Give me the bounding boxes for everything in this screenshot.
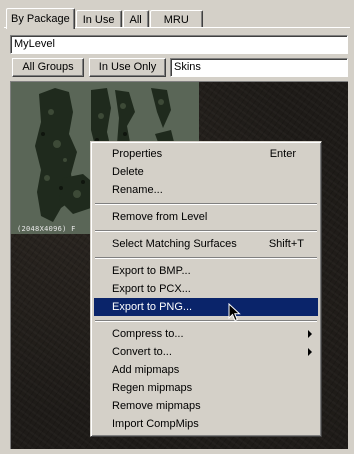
menu-item-add-mipmaps[interactable]: Add mipmaps bbox=[94, 361, 318, 379]
group-field[interactable]: Skins bbox=[170, 58, 348, 77]
menu-separator bbox=[95, 320, 317, 322]
menu-item-remove-from-level[interactable]: Remove from Level bbox=[94, 208, 318, 226]
menu-item-rename[interactable]: Rename... bbox=[94, 181, 318, 199]
texture-browser-window: By Package In Use All MRU MyLevel All Gr… bbox=[0, 0, 354, 454]
context-menu: Properties Enter Delete Rename... Remove… bbox=[90, 141, 322, 437]
tab-by-package[interactable]: By Package bbox=[6, 8, 75, 29]
tab-bar: By Package In Use All MRU bbox=[6, 6, 204, 29]
menu-item-compress-to[interactable]: Compress to... bbox=[94, 325, 318, 343]
mouse-cursor-icon bbox=[228, 303, 241, 322]
texture-caption: (2048X4096) F bbox=[17, 225, 76, 233]
menu-item-export-png[interactable]: Export to PNG... bbox=[94, 298, 318, 316]
menu-item-delete[interactable]: Delete bbox=[94, 163, 318, 181]
submenu-arrow-icon bbox=[308, 330, 312, 338]
menu-item-export-pcx[interactable]: Export to PCX... bbox=[94, 280, 318, 298]
tab-all[interactable]: All bbox=[122, 10, 149, 28]
all-groups-button[interactable]: All Groups bbox=[12, 58, 84, 77]
menu-item-select-matching-surfaces[interactable]: Select Matching Surfaces Shift+T bbox=[94, 235, 318, 253]
menu-item-convert-to[interactable]: Convert to... bbox=[94, 343, 318, 361]
menu-item-regen-mipmaps[interactable]: Regen mipmaps bbox=[94, 379, 318, 397]
in-use-only-button[interactable]: In Use Only bbox=[89, 58, 166, 77]
package-combo[interactable]: MyLevel bbox=[10, 35, 348, 54]
submenu-arrow-icon bbox=[308, 348, 312, 356]
tab-in-use[interactable]: In Use bbox=[75, 10, 122, 28]
menu-item-export-bmp[interactable]: Export to BMP... bbox=[94, 262, 318, 280]
menu-item-import-compmips[interactable]: Import CompMips bbox=[94, 415, 318, 433]
menu-item-remove-mipmaps[interactable]: Remove mipmaps bbox=[94, 397, 318, 415]
menu-separator bbox=[95, 203, 317, 205]
tab-mru[interactable]: MRU bbox=[149, 10, 203, 28]
menu-separator bbox=[95, 230, 317, 232]
menu-separator bbox=[95, 257, 317, 259]
menu-item-properties[interactable]: Properties Enter bbox=[94, 145, 318, 163]
